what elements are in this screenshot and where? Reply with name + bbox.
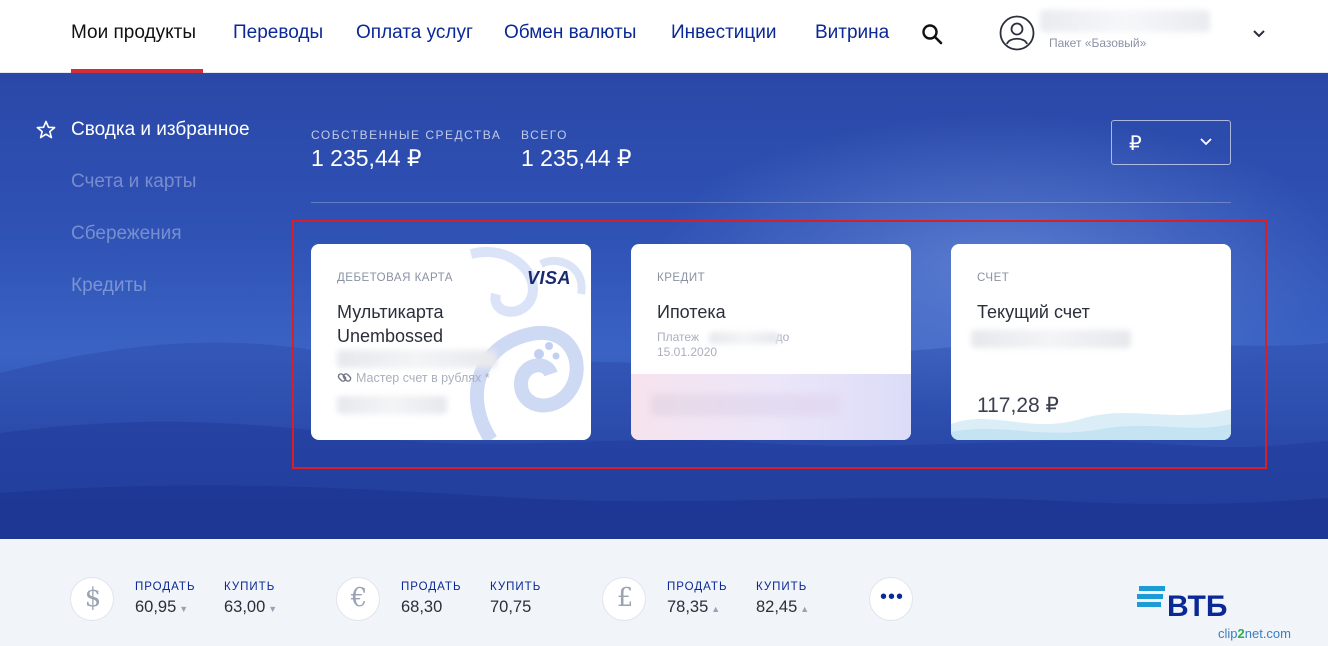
product-card-current-account[interactable]: СЧЕТ Текущий счет 117,28 ₽ <box>951 244 1231 440</box>
redacted-card-balance <box>337 396 447 414</box>
usd-sell-label: ПРОДАТЬ <box>135 581 196 593</box>
eur-sell-value: 68,30 <box>401 598 443 616</box>
pound-icon: £ <box>602 577 646 621</box>
dollar-icon: $ <box>70 577 114 621</box>
sidebar-item-summary[interactable]: Сводка и избранное <box>71 119 250 141</box>
usd-buy-value: 63,00 ▼ <box>224 598 278 616</box>
linked-account-label: Мастер счет в рублях * <box>356 371 490 385</box>
eur-sell-label: ПРОДАТЬ <box>401 581 462 593</box>
nav-showcase[interactable]: Витрина <box>815 22 889 44</box>
nav-payments[interactable]: Оплата услуг <box>356 22 473 44</box>
payment-date: 15.01.2020 <box>657 345 718 359</box>
top-navigation: Мои продукты Переводы Оплата услуг Обмен… <box>0 0 1328 73</box>
chevron-down-icon <box>1200 138 1212 146</box>
gbp-sell-value: 78,35 ▲ <box>667 598 721 616</box>
rate-up-icon: ▲ <box>711 604 721 614</box>
eur-buy-value: 70,75 <box>490 598 532 616</box>
svg-text:ВТБ: ВТБ <box>1167 590 1227 620</box>
card-type-label: ДЕБЕТОВАЯ КАРТА <box>337 272 453 284</box>
nav-investments[interactable]: Инвестиции <box>671 22 777 44</box>
eur-buy-label: КУПИТЬ <box>490 581 542 593</box>
euro-icon: € <box>336 577 380 621</box>
vtb-logo: ВТБ <box>1137 586 1227 620</box>
nav-my-products[interactable]: Мои продукты <box>71 22 196 44</box>
package-label: Пакет «Базовый» <box>1049 36 1147 50</box>
gbp-sell-label: ПРОДАТЬ <box>667 581 728 593</box>
more-icon: ••• <box>879 586 904 608</box>
gbp-buy-value: 82,45 ▲ <box>756 598 810 616</box>
nav-transfers[interactable]: Переводы <box>233 22 323 44</box>
link-icon <box>337 373 352 382</box>
star-icon <box>36 120 56 139</box>
user-name-redacted <box>1040 10 1210 32</box>
card-type-label: СЧЕТ <box>977 272 1010 284</box>
search-icon[interactable] <box>920 22 944 46</box>
chevron-down-icon[interactable] <box>1252 26 1266 40</box>
product-card-debit[interactable]: ДЕБЕТОВАЯ КАРТА VISA Мультикарта Unembos… <box>311 244 591 440</box>
payment-prefix: Платеж <box>657 330 699 344</box>
card-title: Текущий счет <box>977 302 1090 322</box>
product-card-mortgage[interactable]: КРЕДИТ Ипотека Платеж до 15.01.2020 <box>631 244 911 440</box>
gbp-buy-label: КУПИТЬ <box>756 581 808 593</box>
own-funds-value: 1 235,44 ₽ <box>311 145 422 171</box>
rate-down-icon: ▼ <box>179 604 189 614</box>
redacted-card-number <box>337 350 497 368</box>
rate-up-icon: ▲ <box>800 604 810 614</box>
account-balance: 117,28 ₽ <box>977 394 1059 417</box>
hero-section: Сводка и избранное Счета и карты Сбереже… <box>0 73 1328 539</box>
user-avatar-icon[interactable] <box>999 15 1035 51</box>
total-label: ВСЕГО <box>521 128 568 142</box>
sidebar-item-accounts-cards[interactable]: Счета и карты <box>71 171 196 193</box>
card-title: Ипотека <box>657 302 726 322</box>
summary-divider <box>311 202 1231 203</box>
sidebar-item-credits[interactable]: Кредиты <box>71 275 147 297</box>
rate-down-icon: ▼ <box>268 604 278 614</box>
total-value: 1 235,44 ₽ <box>521 145 632 171</box>
usd-buy-label: КУПИТЬ <box>224 581 276 593</box>
nav-currency-exchange[interactable]: Обмен валюты <box>504 22 636 44</box>
exchange-rates-bar: $ ПРОДАТЬ 60,95 ▼ КУПИТЬ 63,00 ▼ € ПРОДАТЬ… <box>0 539 1328 646</box>
watermark: clip2net.com <box>1218 626 1291 641</box>
currency-select-value: ₽ <box>1129 133 1142 155</box>
redacted-payment-amount <box>709 332 779 344</box>
sidebar-item-savings[interactable]: Сбережения <box>71 223 182 245</box>
usd-sell-value: 60,95 ▼ <box>135 598 189 616</box>
card-title: Мультикарта Unembossed <box>337 302 444 346</box>
linked-account: Мастер счет в рублях * <box>337 370 490 385</box>
visa-logo: VISA <box>527 268 572 288</box>
own-funds-label: СОБСТВЕННЫЕ СРЕДСТВА <box>311 128 502 142</box>
currency-select[interactable]: ₽ <box>1111 120 1231 165</box>
redacted-account-number <box>971 330 1131 348</box>
card-type-label: КРЕДИТ <box>657 272 706 284</box>
redacted-mortgage-balance <box>651 394 841 416</box>
more-rates-button[interactable]: ••• <box>869 577 913 621</box>
